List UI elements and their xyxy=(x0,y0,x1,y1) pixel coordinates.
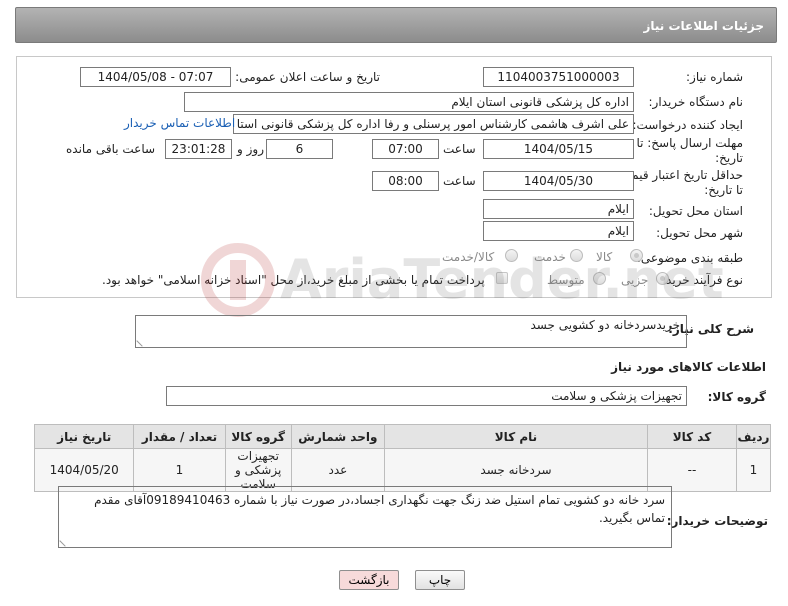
col-code: کد کالا xyxy=(646,424,737,449)
buyer-org-label: نام دستگاه خریدار: xyxy=(648,95,744,109)
goods-group-field: تجهیزات پزشکی و سلامت xyxy=(166,386,687,406)
resize-grip-icon[interactable] xyxy=(136,335,148,347)
deadline-label-date: تاریخ: xyxy=(715,151,743,165)
validity-label-date: تا تاریخ: xyxy=(704,183,743,197)
page-header: جزئیات اطلاعات نیاز xyxy=(15,7,777,43)
creator-label: ایجاد کننده درخواست: xyxy=(632,118,743,132)
col-qty: تعداد / مقدار xyxy=(133,424,226,449)
province-field: ایلام xyxy=(483,199,634,219)
province-label: استان محل تحویل: xyxy=(648,204,743,218)
goods-section-title: اطلاعات کالاهای مورد نیاز xyxy=(611,360,766,374)
remaining-time-label: ساعت باقی مانده xyxy=(66,142,156,156)
validity-date-field: 1404/05/30 xyxy=(483,171,634,191)
days-remaining-field: 6 xyxy=(266,139,333,159)
validity-label: حداقل تاریخ اعتبار قیمت: xyxy=(616,168,743,182)
buyer-contact-link[interactable]: اطلاعات تماس خریدار xyxy=(124,116,235,130)
description-text: خریدسردخانه دو کشویی جسد xyxy=(530,318,680,332)
process-label: نوع فرآیند خرید : xyxy=(658,273,743,287)
category-option-goods-service: کالا/خدمت xyxy=(442,250,495,264)
goods-table: ردیف کد کالا نام کالا واحد شمارش گروه کا… xyxy=(33,424,772,492)
deadline-time-field: 07:00 xyxy=(372,139,439,159)
category-radio-service[interactable] xyxy=(570,249,583,262)
city-label: شهر محل تحویل: xyxy=(656,226,743,240)
cell-row: 1 xyxy=(735,448,772,492)
days-label: روز و xyxy=(237,142,264,156)
category-option-goods: کالا xyxy=(596,250,613,264)
col-row: ردیف xyxy=(735,424,772,449)
deadline-date-field: 1404/05/15 xyxy=(483,139,634,159)
print-button[interactable]: چاپ xyxy=(415,570,465,590)
treasury-payment-note: پرداخت تمام یا بخشی از مبلغ خرید،از محل … xyxy=(102,273,485,287)
category-radio-goods-service[interactable] xyxy=(505,249,518,262)
validity-time-label: ساعت xyxy=(443,174,476,188)
notes-textarea[interactable]: سرد خانه دو کشویی تمام استیل ضد زنگ جهت … xyxy=(58,486,672,548)
col-group: گروه کالا xyxy=(224,424,292,449)
category-option-service: خدمت xyxy=(534,250,566,264)
category-label: طبقه بندی موضوعی: xyxy=(636,251,743,265)
process-radio-minor[interactable] xyxy=(656,272,669,285)
back-button[interactable]: بازگشت xyxy=(339,570,399,590)
process-option-medium: متوسط xyxy=(547,273,585,287)
need-number-label: شماره نیاز: xyxy=(686,70,743,84)
creator-field: علی اشرف هاشمی کارشناس امور پرسنلی و رفا… xyxy=(233,114,634,134)
need-number-field: 1104003751000003 xyxy=(483,67,634,87)
treasury-payment-checkbox[interactable] xyxy=(496,272,508,284)
notes-text: سرد خانه دو کشویی تمام استیل ضد زنگ جهت … xyxy=(94,493,665,525)
remaining-time-field: 23:01:28 xyxy=(165,139,232,159)
deadline-label: مهلت ارسال پاسخ: تا xyxy=(636,136,743,150)
deadline-time-label: ساعت xyxy=(443,142,476,156)
goods-table-header: ردیف کد کالا نام کالا واحد شمارش گروه کا… xyxy=(33,424,772,449)
resize-grip-icon[interactable] xyxy=(59,535,71,547)
buyer-org-field: اداره کل پزشکی قانونی استان ایلام xyxy=(184,92,634,112)
goods-group-label: گروه کالا: xyxy=(707,390,766,404)
col-date: تاریخ نیاز xyxy=(33,424,135,449)
validity-time-field: 08:00 xyxy=(372,171,439,191)
city-field: ایلام xyxy=(483,221,634,241)
page-title: جزئیات اطلاعات نیاز xyxy=(643,19,764,33)
col-name: نام کالا xyxy=(383,424,648,449)
announce-label: تاریخ و ساعت اعلان عمومی: xyxy=(235,70,380,84)
description-textarea[interactable]: خریدسردخانه دو کشویی جسد xyxy=(135,315,687,348)
process-radio-medium[interactable] xyxy=(593,272,606,285)
col-unit: واحد شمارش xyxy=(290,424,385,449)
process-option-minor: جزیی xyxy=(621,273,649,287)
category-radio-goods[interactable] xyxy=(630,249,643,262)
announce-field: 1404/05/08 - 07:07 xyxy=(80,67,231,87)
notes-label: توضیحات خریدار: xyxy=(666,514,768,528)
